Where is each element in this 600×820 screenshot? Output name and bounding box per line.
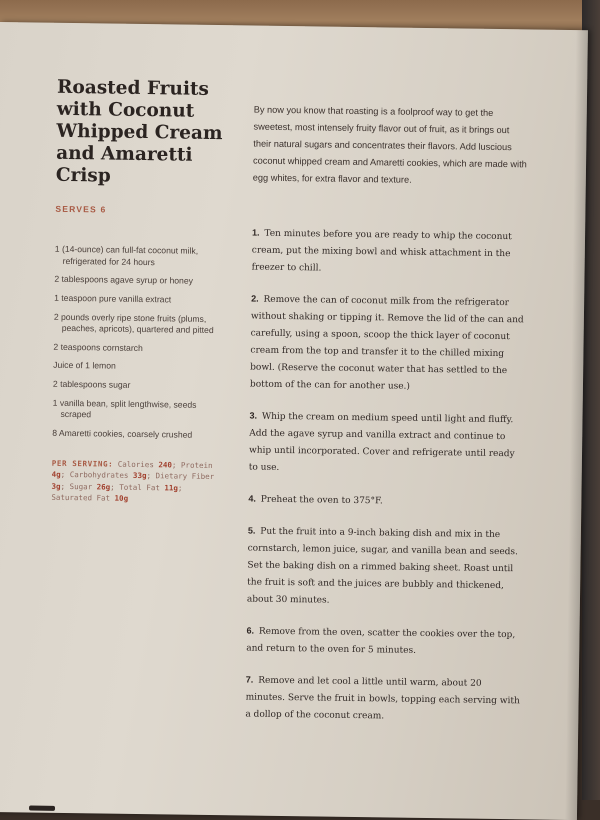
ingredient-item: 1 vanilla bean, split lengthwise, seeds … [52,397,197,420]
step-text: Put the fruit into a 9-inch baking dish … [246,526,518,606]
ingredient-item: 2 pounds overly ripe stone fruits (plums… [53,311,214,336]
step-text: Remove the can of coconut milk from the … [249,294,524,392]
recipe-sidebar: Roasted Fruits with Coconut Whipped Crea… [51,77,229,506]
recipe-intro: By now you know that roasting is a foolp… [252,104,527,185]
ingredient-item: Juice of 1 lemon [53,360,116,372]
step-item: 2. Remove the can of coconut milk from t… [250,291,526,398]
step-number: 3. [249,410,258,421]
fat-value: 11g [164,482,179,493]
sugar-label: Sugar [69,481,93,491]
nutrition-info: PER SERVING: Calories 240; Protein 4g; C… [51,458,215,503]
step-text: Remove from the oven, scatter the cookie… [246,626,516,656]
fat-label: Total Fat [119,482,160,492]
calories-label: Calories [117,459,154,469]
fiber-value: 3g [51,481,61,491]
recipe-title: Roasted Fruits with Coconut Whipped Crea… [55,76,223,187]
ingredient-item: 2 tablespoons sugar [52,378,131,390]
step-item: 3. Whip the cream on medium speed until … [249,408,525,481]
cookbook-page: Roasted Fruits with Coconut Whipped Crea… [0,22,588,820]
satfat-label: Saturated Fat [51,492,111,503]
ingredient-item: 1 (14-ounce) can full-fat coconut milk, … [54,243,199,267]
step-number: 6. [246,625,255,636]
step-number: 4. [248,493,256,504]
ingredient-item: 2 teaspoons cornstarch [53,341,143,353]
page-number-mark [28,805,56,811]
step-number: 5. [247,525,256,536]
ingredient-item: 1 teaspoon pure vanilla extract [54,292,172,305]
ingredient-list: 1 (14-ounce) can full-fat coconut milk, … [52,244,227,442]
calories-value: 240 [158,459,172,469]
step-item: 7. Remove and let cool a little until wa… [245,671,521,727]
step-item: 4. Preheat the oven to 375°F. [248,491,523,513]
step-text: Preheat the oven to 375°F. [260,494,383,507]
protein-label: Protein [180,460,213,470]
ingredient-item: 8 Amaretti cookies, coarsely crushed [52,427,193,440]
step-item: 1. Ten minutes before you are ready to w… [251,225,527,281]
method-steps: 1. Ten minutes before you are ready to w… [245,225,527,728]
satfat-value: 10g [114,493,129,503]
step-item: 6. Remove from the oven, scatter the coo… [246,623,521,662]
step-number: 1. [252,227,260,238]
carbs-label: Carbohydrates [69,470,129,480]
protein-value: 4g [51,469,61,479]
nutrition-label: PER SERVING: [51,458,114,469]
serves-label: SERVES 6 [55,203,107,215]
step-text: Remove and let cool a little until warm,… [245,675,520,722]
step-text: Ten minutes before you are ready to whip… [251,228,512,274]
carbs-value: 33g [132,470,147,481]
ingredient-item: 2 tablespoons agave syrup or honey [54,273,194,286]
fiber-label: Dietary Fiber [155,471,215,482]
sugar-value: 26g [96,481,111,492]
step-number: 7. [245,674,254,685]
step-text: Whip the cream on medium speed until lig… [248,411,515,473]
step-item: 5. Put the fruit into a 9-inch baking di… [247,523,523,613]
step-number: 2. [251,293,259,304]
recipe-main: By now you know that roasting is a foolp… [245,102,529,742]
